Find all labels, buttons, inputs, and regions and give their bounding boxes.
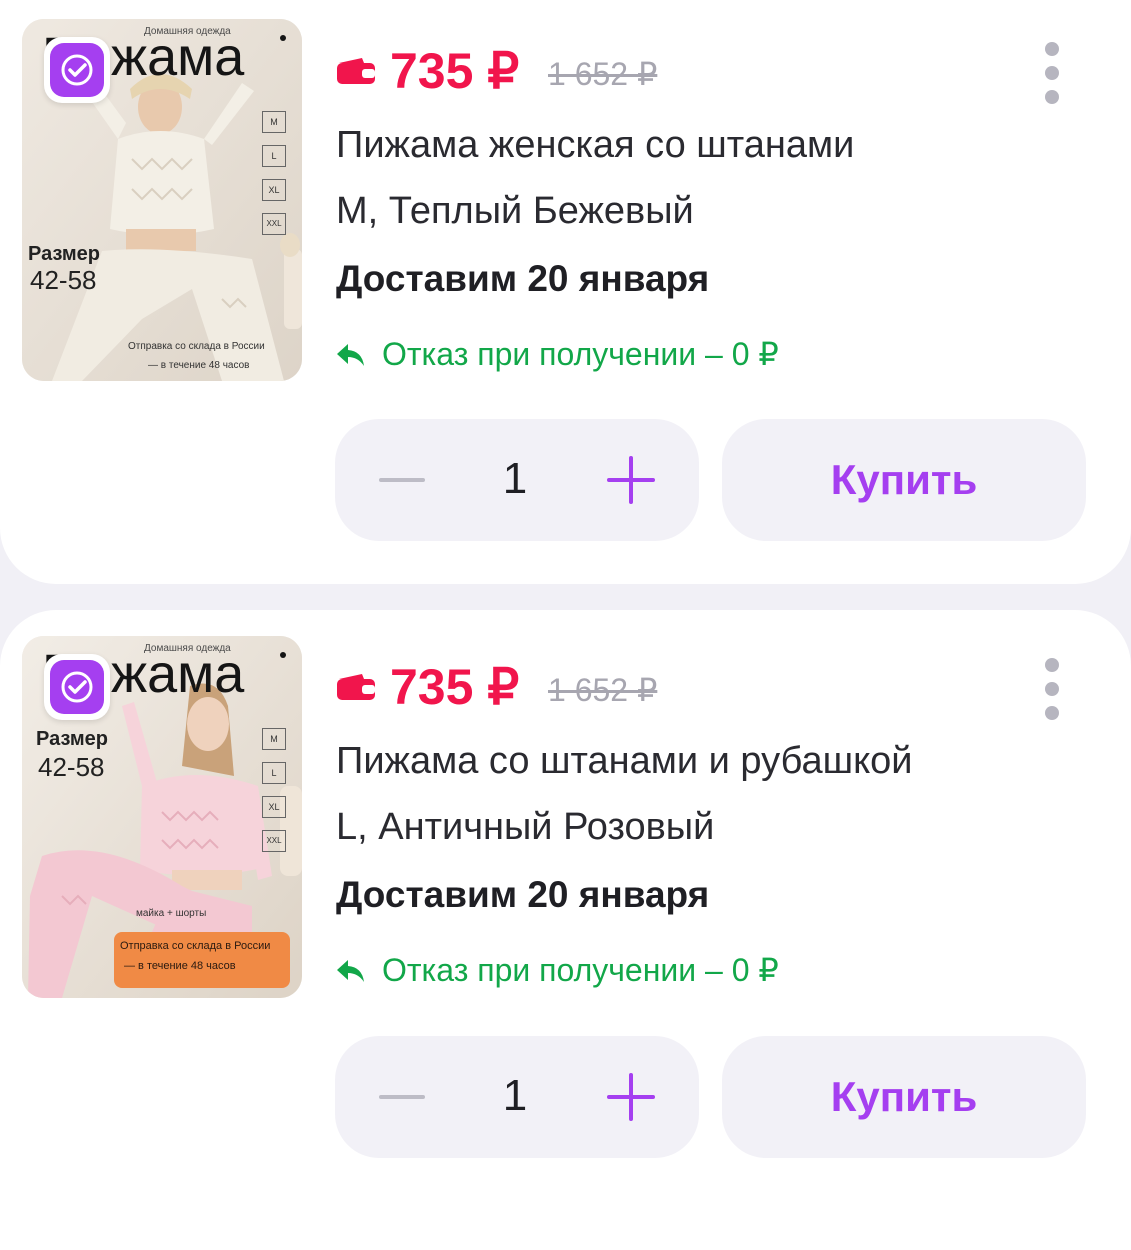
quantity-value: 1: [502, 1071, 528, 1120]
image-shipping-line1: Отправка со склада в России: [128, 341, 265, 352]
return-arrow-icon: [336, 342, 366, 372]
size-tag: XXL: [262, 830, 286, 852]
image-shipping-line2: — в течение 48 часов: [124, 960, 236, 972]
image-size-label: Размер: [28, 243, 101, 265]
refusal-text: Отказ при получении – 0 ₽: [382, 952, 779, 988]
increase-button[interactable]: [607, 1073, 655, 1121]
cart-item-card: Домашняя одежда Пижама Размер 42-58 M L …: [0, 0, 1131, 584]
size-tag: L: [262, 145, 286, 167]
quantity-value: 1: [502, 454, 528, 503]
checkmark-icon: [50, 43, 104, 97]
wallet-icon: [336, 673, 376, 705]
old-price: 1 652 ₽: [548, 56, 658, 92]
more-vertical-icon[interactable]: [1041, 658, 1063, 728]
select-checkbox[interactable]: [44, 654, 110, 720]
size-tag: M: [262, 111, 286, 133]
image-size-range: 42-58: [38, 752, 105, 782]
current-price: 735 ₽: [390, 659, 520, 715]
image-shipping-line1: Отправка со склада в России: [120, 940, 271, 952]
size-tag: L: [262, 762, 286, 784]
image-size-label: Размер: [36, 728, 109, 750]
image-size-range: 42-58: [30, 265, 97, 295]
product-title[interactable]: Пижама женская со штанами: [336, 122, 854, 168]
product-title[interactable]: Пижама со штанами и рубашкой: [336, 738, 913, 784]
image-extra: майка + шорты: [136, 908, 207, 919]
checkmark-icon: [50, 660, 104, 714]
quantity-stepper: 1: [335, 1036, 699, 1158]
current-price: 735 ₽: [390, 43, 520, 99]
decrease-button[interactable]: [379, 458, 425, 502]
decrease-button[interactable]: [379, 1075, 425, 1119]
more-vertical-icon[interactable]: [1041, 42, 1063, 112]
buy-button[interactable]: Купить: [722, 419, 1086, 541]
size-tag: XXL: [262, 213, 286, 235]
heart-icon: [280, 652, 286, 658]
return-arrow-icon: [336, 958, 366, 988]
product-variant: M, Теплый Бежевый: [336, 190, 694, 232]
product-variant: L, Античный Розовый: [336, 806, 715, 848]
wallet-icon: [336, 57, 376, 89]
size-tag: M: [262, 728, 286, 750]
cart-item-card: Домашняя одежда Пижама Размер 42-58 M L …: [0, 610, 1131, 1250]
image-shipping-line2: — в течение 48 часов: [148, 360, 250, 371]
delivery-date: Доставим 20 января: [336, 874, 710, 915]
size-tag: XL: [262, 179, 286, 201]
heart-icon: [280, 35, 286, 41]
size-tag: XL: [262, 796, 286, 818]
old-price: 1 652 ₽: [548, 672, 658, 708]
quantity-stepper: 1: [335, 419, 699, 541]
buy-button[interactable]: Купить: [722, 1036, 1086, 1158]
refusal-text: Отказ при получении – 0 ₽: [382, 336, 779, 372]
select-checkbox[interactable]: [44, 37, 110, 103]
delivery-date: Доставим 20 января: [336, 258, 710, 299]
increase-button[interactable]: [607, 456, 655, 504]
